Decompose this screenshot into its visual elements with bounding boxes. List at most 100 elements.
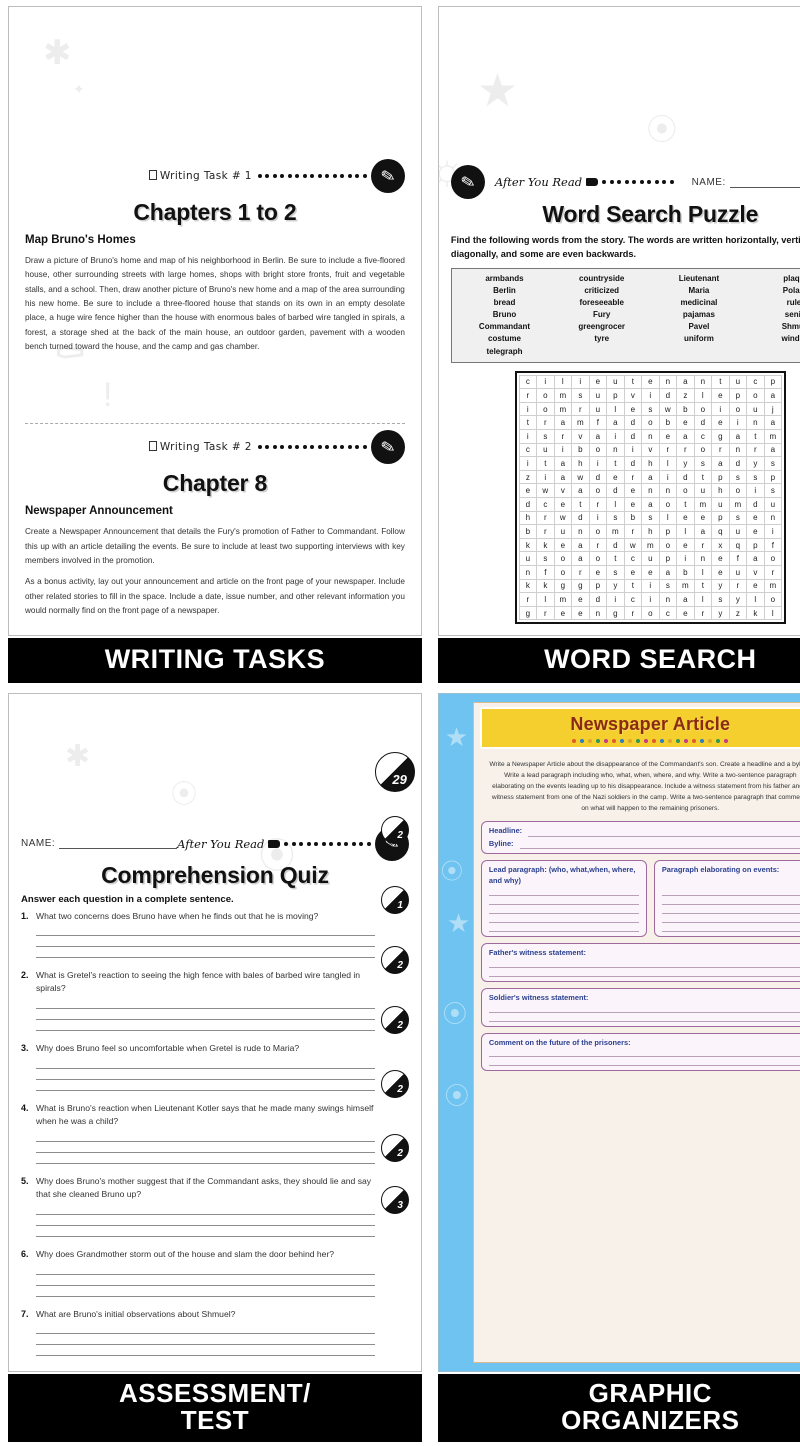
word-search-cell[interactable]: a (746, 551, 765, 566)
lead-paragraph-box[interactable]: Lead paragraph: (who, what,when, where, … (480, 860, 647, 938)
word-search-cell[interactable]: l (658, 510, 678, 526)
word-search-cell[interactable]: w (658, 401, 678, 417)
answer-line[interactable] (36, 998, 375, 1010)
word-search-cell[interactable]: r (588, 537, 608, 553)
word-search-cell[interactable]: i (746, 483, 765, 499)
word-search-cell[interactable]: a (588, 429, 608, 444)
word-search-cell[interactable]: e (623, 497, 643, 512)
word-search-cell[interactable]: v (623, 388, 643, 403)
word-search-cell[interactable]: e (518, 483, 538, 499)
write-line[interactable] (661, 923, 800, 933)
headline-input-rule[interactable] (528, 828, 800, 837)
word-search-cell[interactable]: r (536, 524, 555, 539)
word-search-cell[interactable]: o (588, 551, 608, 566)
write-line[interactable] (488, 887, 639, 896)
word-search-cell[interactable]: l (763, 605, 783, 621)
word-search-cell[interactable]: a (553, 415, 573, 431)
word-search-cell[interactable]: c (536, 497, 555, 512)
word-search-cell[interactable]: t (676, 497, 695, 512)
answer-line[interactable] (36, 1020, 375, 1032)
answer-line[interactable] (36, 1131, 375, 1142)
word-search-cell[interactable]: d (606, 537, 625, 553)
word-search-cell[interactable]: i (588, 510, 608, 526)
word-search-cell[interactable]: e (676, 510, 695, 526)
answer-line[interactable] (36, 1204, 375, 1215)
word-search-cell[interactable]: d (623, 456, 643, 471)
word-search-cell[interactable]: m (641, 537, 660, 553)
word-search-cell[interactable]: i (641, 578, 660, 594)
word-search-cell[interactable]: e (746, 578, 765, 594)
word-search-cell[interactable]: e (623, 565, 643, 580)
word-search-cell[interactable]: o (641, 605, 660, 621)
answer-lines[interactable] (36, 1204, 375, 1237)
word-search-cell[interactable]: b (658, 415, 678, 431)
word-search-cell[interactable]: d (571, 510, 590, 526)
word-search-cell[interactable]: p (763, 374, 783, 390)
word-search-cell[interactable]: e (711, 415, 730, 431)
word-search-cell[interactable]: n (641, 429, 660, 444)
word-search-cell[interactable]: v (746, 565, 765, 580)
word-search-cell[interactable]: t (571, 497, 590, 512)
word-search-cell[interactable]: d (606, 483, 625, 499)
word-search-cell[interactable]: r (553, 429, 573, 444)
word-search-cell[interactable]: e (676, 415, 695, 431)
answer-line[interactable] (36, 925, 375, 937)
word-search-cell[interactable]: e (588, 374, 608, 390)
word-search-cell[interactable]: m (571, 415, 590, 431)
word-search-cell[interactable]: r (518, 388, 538, 403)
word-search-cell[interactable]: i (588, 456, 608, 471)
word-search-cell[interactable]: r (658, 442, 678, 458)
word-search-cell[interactable]: a (728, 429, 748, 444)
word-search-cell[interactable]: x (711, 537, 730, 553)
answer-lines[interactable] (36, 998, 375, 1032)
word-search-cell[interactable]: o (553, 551, 573, 566)
word-search-cell[interactable]: b (518, 524, 538, 539)
word-search-cell[interactable]: s (606, 510, 625, 526)
word-search-cell[interactable]: a (571, 483, 590, 499)
write-line[interactable] (488, 1013, 800, 1022)
word-search-cell[interactable]: a (571, 537, 590, 553)
word-search-cell[interactable]: i (676, 551, 695, 566)
father-statement-box[interactable]: Father's witness statement: (480, 943, 800, 982)
word-search-cell[interactable]: e (711, 565, 730, 580)
word-search-cell[interactable]: n (658, 483, 678, 499)
word-search-cell[interactable]: f (763, 537, 783, 553)
word-search-cell[interactable]: e (711, 551, 730, 566)
word-search-cell[interactable]: u (763, 497, 783, 512)
elaborating-paragraph-box[interactable]: Paragraph elaborating on events: (653, 860, 800, 938)
word-search-cell[interactable]: s (693, 456, 713, 471)
word-search-cell[interactable]: o (746, 388, 765, 403)
word-search-cell[interactable]: e (571, 605, 590, 621)
word-search-cell[interactable]: d (623, 415, 643, 431)
word-search-cell[interactable]: e (693, 510, 713, 526)
word-search-cell[interactable]: s (746, 469, 765, 485)
word-search-cell[interactable]: o (693, 442, 713, 458)
word-search-cell[interactable]: n (588, 605, 608, 621)
word-search-cell[interactable]: y (711, 578, 730, 594)
word-search-cell[interactable]: u (728, 565, 748, 580)
word-search-cell[interactable]: d (676, 469, 695, 485)
word-search-cell[interactable]: o (588, 483, 608, 499)
word-search-cell[interactable]: w (553, 510, 573, 526)
word-search-cell[interactable]: n (746, 415, 765, 431)
word-search-cell[interactable]: t (693, 469, 713, 485)
write-line[interactable] (488, 1004, 800, 1013)
word-search-cell[interactable]: q (711, 524, 730, 539)
word-search-cell[interactable]: d (658, 388, 678, 403)
word-search-cell[interactable]: r (728, 578, 748, 594)
name-input-rule[interactable] (59, 839, 178, 850)
word-search-cell[interactable]: i (623, 442, 643, 458)
word-search-cell[interactable]: m (676, 578, 695, 594)
answer-line[interactable] (36, 1345, 375, 1357)
word-search-cell[interactable]: s (571, 388, 590, 403)
word-search-cell[interactable]: a (763, 442, 783, 458)
write-line[interactable] (661, 905, 800, 915)
word-search-cell[interactable]: l (553, 374, 573, 390)
word-search-cell[interactable]: r (588, 497, 608, 512)
word-search-cell[interactable]: u (553, 524, 573, 539)
word-search-cell[interactable]: n (641, 483, 660, 499)
word-search-cell[interactable]: e (571, 592, 590, 607)
word-search-cell[interactable]: t (606, 551, 625, 566)
word-search-cell[interactable]: g (553, 578, 573, 594)
word-search-cell[interactable]: g (571, 578, 590, 594)
